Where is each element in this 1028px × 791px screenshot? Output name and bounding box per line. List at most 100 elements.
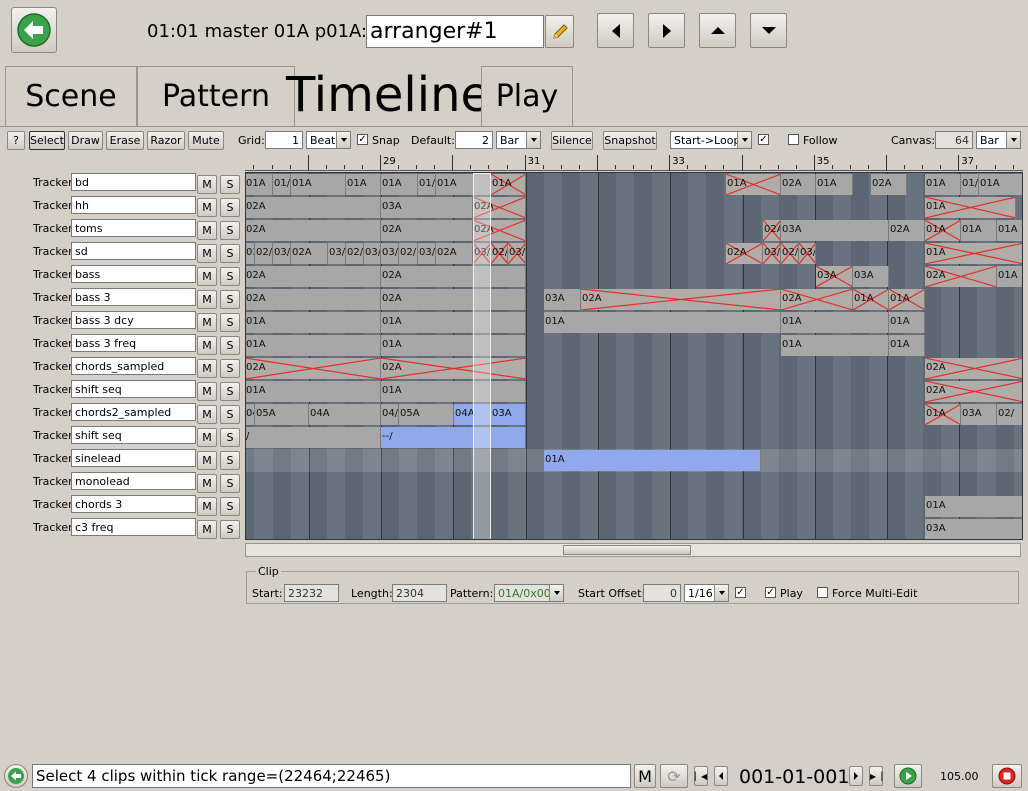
clip[interactable]: 02/ [997, 404, 1022, 425]
muted-clip[interactable]: 01A [889, 289, 925, 310]
clip[interactable]: 01A [925, 174, 961, 195]
rename-button[interactable] [545, 15, 574, 48]
track-solo-button[interactable]: S [220, 497, 240, 516]
track-solo-button[interactable]: S [220, 428, 240, 447]
help-button[interactable]: ? [7, 131, 25, 150]
muted-clip[interactable]: 02A [925, 266, 997, 287]
muted-clip[interactable]: 02/ [781, 243, 799, 264]
track-mute-button[interactable]: M [197, 405, 217, 424]
clip-length-input[interactable]: 2304 [392, 584, 447, 602]
clip[interactable]: 02A [436, 243, 473, 264]
clip-pattern-select[interactable]: 01A/0x00 [494, 584, 564, 602]
track-mute-button[interactable]: M [197, 474, 217, 493]
grid-input[interactable]: 1 [265, 131, 303, 149]
muted-clip[interactable]: 01A [925, 404, 961, 425]
track-mute-button[interactable]: M [197, 359, 217, 378]
clip-start-input[interactable]: 23232 [284, 584, 339, 602]
clip[interactable]: --/ [381, 427, 526, 448]
clip-play-checkbox[interactable]: ✓ [765, 587, 776, 598]
clip[interactable]: 04/ [381, 404, 399, 425]
tab-pattern[interactable]: Pattern [137, 66, 295, 126]
track-mute-button[interactable]: M [197, 221, 217, 240]
clip[interactable]: 01A [925, 496, 1022, 517]
nav-down-button[interactable] [750, 13, 787, 48]
play-button[interactable] [894, 764, 922, 788]
track-mute-button[interactable]: M [197, 451, 217, 470]
clip[interactable]: 03/ [381, 243, 399, 264]
clip[interactable]: 01A [816, 174, 853, 195]
track-solo-button[interactable]: S [220, 405, 240, 424]
track-solo-button[interactable]: S [220, 290, 240, 309]
goto-end-button[interactable]: ▶▕ [869, 766, 883, 786]
timeline-canvas[interactable]: 01A 01/01A 01A 01A 01/01A 01A 01A 02A 01A 02A 01A 0… [245, 172, 1023, 540]
track-mute-button[interactable]: M [197, 313, 217, 332]
tab-timeline[interactable]: Timeline [286, 62, 490, 127]
clip[interactable]: 03A [544, 289, 581, 310]
muted-clip[interactable]: 01A [925, 220, 961, 241]
clip[interactable]: 01A [246, 335, 381, 356]
clip[interactable]: 01A [291, 174, 346, 195]
clip[interactable]: 04A [309, 404, 381, 425]
nav-up-button[interactable] [699, 13, 736, 48]
clip-offset-unit-select[interactable]: 1/16 [684, 584, 729, 602]
track-name-input[interactable]: shift seq [71, 426, 196, 444]
clip[interactable]: 01/ [273, 174, 291, 195]
grid-unit-select[interactable]: Beat [306, 131, 351, 149]
force-multi-edit-checkbox[interactable] [817, 587, 828, 598]
scrollbar-thumb[interactable] [563, 545, 691, 555]
muted-clip[interactable]: 02A [726, 243, 763, 264]
clip[interactable]: 01A [246, 381, 381, 402]
track-mute-button[interactable]: M [197, 520, 217, 539]
track-name-input[interactable]: bass 3 [71, 288, 196, 306]
clip[interactable]: 02A [381, 266, 526, 287]
clip[interactable]: 03A [925, 519, 1022, 539]
clip[interactable]: 03A [781, 220, 889, 241]
clip[interactable]: 01A [544, 450, 761, 471]
clip[interactable]: 02A [246, 197, 381, 218]
track-solo-button[interactable]: S [220, 359, 240, 378]
track-mute-button[interactable]: M [197, 175, 217, 194]
track-name-input[interactable]: chords 3 [71, 495, 196, 513]
clip[interactable]: 01A [381, 174, 418, 195]
track-name-input[interactable]: bass [71, 265, 196, 283]
clip[interactable]: 01A [781, 312, 889, 333]
track-name-input[interactable]: bass 3 dcy [71, 311, 196, 329]
tab-scene[interactable]: Scene [5, 66, 137, 126]
default-unit-select[interactable]: Bar [496, 131, 541, 149]
muted-clip[interactable]: 02A [925, 358, 1022, 379]
clip[interactable]: 01A [381, 381, 526, 402]
track-solo-button[interactable]: S [220, 267, 240, 286]
track-name-input[interactable]: chords2_sampled [71, 403, 196, 421]
track-name-input[interactable]: c3 freq [71, 518, 196, 536]
clip[interactable]: 03A [853, 266, 889, 287]
clip[interactable]: 02A [291, 243, 328, 264]
clip-offset-checkbox[interactable]: ✓ [735, 587, 746, 598]
track-name-input[interactable]: hh [71, 196, 196, 214]
track-name-input[interactable]: bass 3 freq [71, 334, 196, 352]
clip[interactable]: 01A [889, 312, 925, 333]
clip[interactable]: 04/ [246, 404, 255, 425]
track-mute-button[interactable]: M [197, 267, 217, 286]
canvas-unit-select[interactable]: Bar [976, 131, 1021, 149]
select-tool-button[interactable]: Select [29, 131, 65, 150]
clip[interactable]: 01A [781, 335, 889, 356]
track-mute-button[interactable]: M [197, 244, 217, 263]
timeline-scrollbar[interactable] [245, 543, 1021, 557]
clip[interactable]: 02A [381, 289, 526, 310]
clip[interactable]: 01A [246, 174, 273, 195]
razor-tool-button[interactable]: Razor [147, 131, 185, 150]
track-name-input[interactable]: chords_sampled [71, 357, 196, 375]
clip[interactable]: 03/ [273, 243, 291, 264]
clip[interactable]: 03A [961, 404, 997, 425]
clip[interactable]: 02A [246, 289, 381, 310]
clip[interactable]: 03/ [328, 243, 346, 264]
muted-clip[interactable]: 02A [763, 220, 781, 241]
track-mute-button[interactable]: M [197, 290, 217, 309]
clip[interactable]: 02A [781, 174, 816, 195]
muted-clip[interactable]: 02A [581, 289, 781, 310]
clip[interactable]: 05A [399, 404, 454, 425]
clip[interactable]: 01A [246, 312, 381, 333]
clip[interactable]: 01A [979, 174, 1022, 195]
track-name-input[interactable]: shift seq [71, 380, 196, 398]
clip[interactable]: 01A [961, 220, 997, 241]
